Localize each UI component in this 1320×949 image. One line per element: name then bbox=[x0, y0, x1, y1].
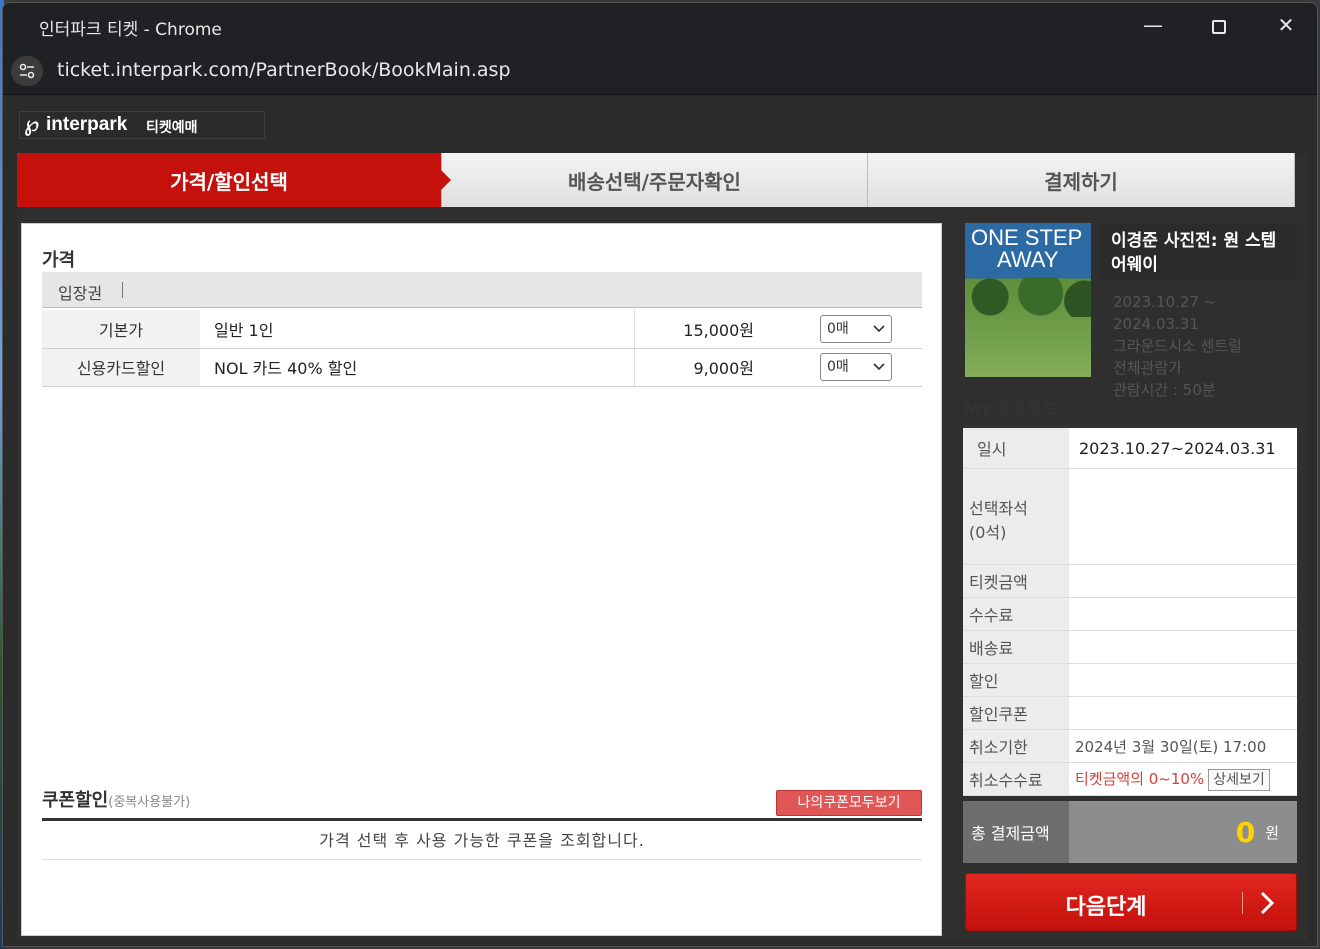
interpark-logo-icon: ℘ bbox=[24, 112, 40, 137]
booking-steps: 가격/할인선택 배송선택/주문자확인 결제하기 bbox=[17, 153, 1295, 207]
address-bar: ticket.interpark.com/PartnerBook/BookMai… bbox=[3, 47, 1317, 95]
total-unit: 원 bbox=[1265, 823, 1279, 842]
chevron-down-icon bbox=[873, 363, 885, 371]
table-row: 선택좌석 (0석) bbox=[963, 468, 1297, 565]
step-price-discount[interactable]: 가격/할인선택 bbox=[17, 153, 451, 207]
booking-info-panel: ONE STEP AWAY 이경준 사진전: 원 스텝 어웨이 2023.10.… bbox=[963, 223, 1297, 936]
show-poster: ONE STEP AWAY bbox=[965, 223, 1091, 377]
ticket-type-label: 입장권 bbox=[58, 284, 103, 303]
coupon-message: 가격 선택 후 사용 가능한 쿠폰을 조회합니다. bbox=[42, 822, 922, 860]
table-row: 할인 bbox=[963, 663, 1297, 697]
table-row: 취소수수료 티켓금액의 0~10% 상세보기 bbox=[963, 762, 1297, 796]
table-row: 신용카드할인 NOL 카드 40% 할인 9,000원 0매 bbox=[42, 348, 922, 387]
price-name: 일반 1인 bbox=[200, 310, 635, 349]
total-value: 0 bbox=[1235, 815, 1256, 849]
logo-bar: ℘ interpark 티켓예매 bbox=[17, 95, 1307, 155]
ticket-type-tab[interactable]: 입장권 bbox=[42, 272, 922, 308]
step-payment[interactable]: 결제하기 bbox=[868, 153, 1295, 207]
price-name: NOL 카드 40% 할인 bbox=[200, 348, 635, 387]
table-row: 할인쿠폰 bbox=[963, 696, 1297, 730]
show-title: 이경준 사진전: 원 스텝 어웨이 bbox=[1111, 231, 1277, 275]
maximize-icon[interactable] bbox=[1199, 11, 1239, 39]
close-icon[interactable]: ✕ bbox=[1266, 11, 1306, 39]
coupon-note: (중복사용불가) bbox=[108, 795, 191, 810]
price-amount: 9,000원 bbox=[634, 348, 764, 387]
cancel-fee: 티켓금액의 0~10% bbox=[1075, 769, 1205, 788]
price-kind: 기본가 bbox=[42, 310, 200, 349]
url-text[interactable]: ticket.interpark.com/PartnerBook/BookMai… bbox=[57, 59, 511, 81]
table-row: 수수료 bbox=[963, 597, 1297, 631]
chevron-right-icon bbox=[1260, 891, 1275, 915]
price-amount: 15,000원 bbox=[634, 310, 764, 349]
total-label: 총 결제금액 bbox=[963, 801, 1069, 863]
table-row: 취소기한 2024년 3월 30일(토) 17:00 bbox=[963, 729, 1297, 763]
title-bar: 인터파크 티켓 - Chrome — ✕ bbox=[3, 3, 1317, 47]
detail-view-button[interactable]: 상세보기 bbox=[1208, 768, 1270, 791]
cancel-deadline: 2024년 3월 30일(토) 17:00 bbox=[1069, 729, 1297, 763]
browser-window: 인터파크 티켓 - Chrome — ✕ ticket.interpark.co… bbox=[2, 2, 1318, 947]
minimize-icon[interactable]: — bbox=[1133, 11, 1173, 39]
quantity-select[interactable]: 0매 bbox=[820, 353, 892, 381]
show-info: 2023.10.27 ~ 2024.03.31 그라운드시소 센트럴 전체관람가… bbox=[1113, 293, 1242, 399]
view-my-coupons-button[interactable]: 나의쿠폰모두보기 bbox=[776, 790, 922, 816]
site-info-icon[interactable] bbox=[11, 56, 43, 86]
page-content: ℘ interpark 티켓예매 가격/할인선택 배송선택/주문자확인 결제하기… bbox=[17, 95, 1307, 946]
step-delivery-orderer[interactable]: 배송선택/주문자확인 bbox=[442, 153, 868, 207]
table-row: 일시 2023.10.27~2024.03.31 bbox=[963, 426, 1297, 469]
price-section-title: 가격 bbox=[42, 250, 76, 271]
coupon-title: 쿠폰할인(중복사용불가) bbox=[42, 790, 191, 811]
price-table: 기본가 일반 1인 15,000원 0매 신용카드할인 NOL 카드 40% 할… bbox=[42, 310, 922, 387]
next-step-button[interactable]: 다음단계 bbox=[965, 873, 1297, 931]
price-kind: 신용카드할인 bbox=[42, 348, 200, 387]
price-panel: 가격 입장권 기본가 일반 1인 15,000원 0매 신용카드할인 NOL 카… bbox=[21, 223, 942, 936]
my-booking-table: 일시 2023.10.27~2024.03.31 선택좌석 (0석) 티켓금액 수… bbox=[963, 425, 1297, 796]
table-row: 배송료 bbox=[963, 630, 1297, 664]
table-row: 티켓금액 bbox=[963, 564, 1297, 598]
interpark-logo[interactable]: ℘ interpark 티켓예매 bbox=[19, 111, 265, 139]
quantity-select[interactable]: 0매 bbox=[820, 314, 892, 343]
total-amount: 총 결제금액 0원 bbox=[963, 801, 1297, 863]
chevron-down-icon bbox=[873, 325, 885, 332]
window-title: 인터파크 티켓 - Chrome bbox=[39, 20, 222, 40]
table-row: 기본가 일반 1인 15,000원 0매 bbox=[42, 310, 922, 349]
my-booking-title: My예매정보 bbox=[963, 399, 1059, 420]
